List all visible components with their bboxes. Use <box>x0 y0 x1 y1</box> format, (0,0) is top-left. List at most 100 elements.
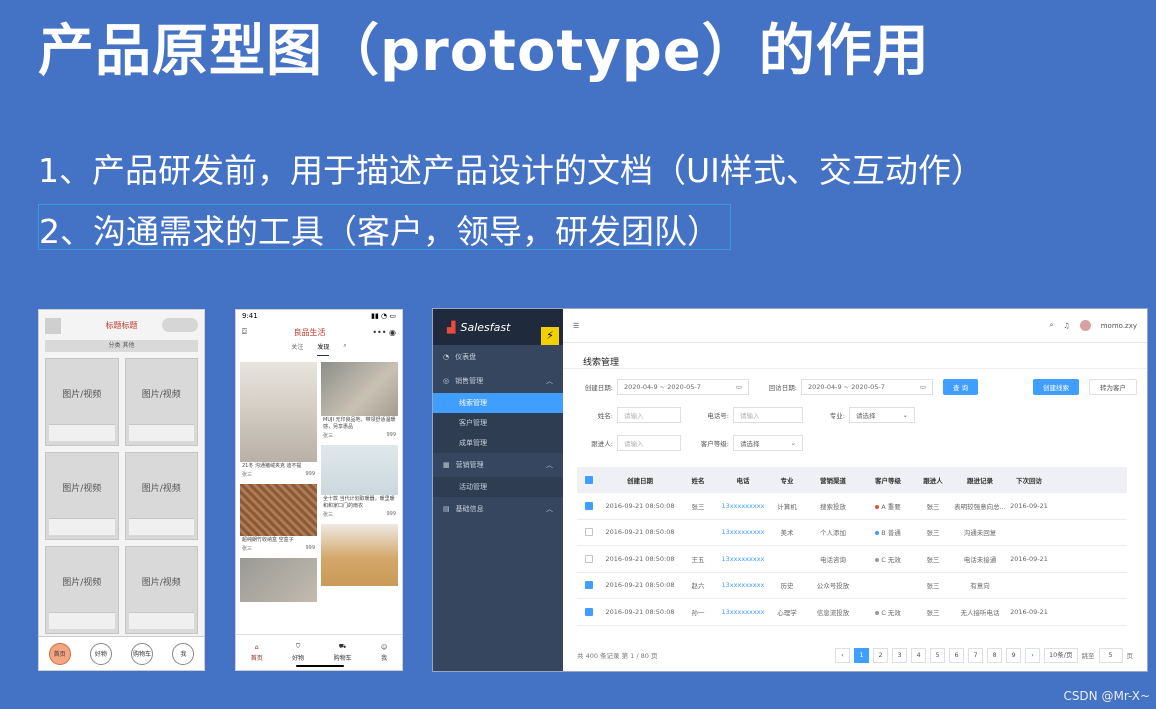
per-page-select[interactable]: 10条/页 <box>1044 647 1078 663</box>
cell-phone[interactable]: 13xxxxxxxxx <box>717 502 769 510</box>
wire-nav-goods[interactable]: 好物 <box>89 642 112 665</box>
feed-card[interactable]: 超纯朗竹收纳盒 空盒子 张三 999 <box>240 484 317 554</box>
wire-nav-home[interactable]: 首页 <box>48 642 71 665</box>
major-label: 专业: <box>829 412 845 420</box>
wire-nav-me[interactable]: 我 <box>172 642 195 665</box>
admin-topbar: ☰ ⌕ ♫ momo.zxy <box>563 309 1147 343</box>
col-major: 专业 <box>780 476 794 485</box>
sidebar-item-customers[interactable]: 客户管理 <box>433 413 563 433</box>
cell-record: 电话未接通 <box>963 555 997 564</box>
page-button[interactable]: 9 <box>1006 647 1022 663</box>
search-icon[interactable]: ⌕ <box>1050 321 1054 330</box>
row-checkbox[interactable] <box>577 501 601 510</box>
page-button[interactable]: 5 <box>930 647 946 663</box>
col-create-date[interactable]: 创建日期 <box>601 475 679 485</box>
cell-record: 沟通未回复 <box>963 529 997 538</box>
next-page-icon[interactable]: › <box>1025 647 1041 663</box>
nav-cart[interactable]: ⛟ 购物车 <box>334 643 352 662</box>
bullet-2[interactable]: 2、沟通需求的工具（客户，领导，研发团队） <box>38 204 731 251</box>
table-row[interactable]: 2016-09-21 08:50:08 赵六 13xxxxxxxxx 历史 公众号投放 张… <box>577 573 1127 599</box>
page-button[interactable]: 6 <box>949 647 965 663</box>
page-title: 线索管理 <box>563 343 1147 369</box>
table-row[interactable]: 2016-09-21 08:50:08 王五 13xxxxxxxxx 电话咨询 C 无效… <box>577 546 1127 573</box>
cell-phone[interactable]: 13xxxxxxxxx <box>717 555 769 563</box>
sidebar-item-events[interactable]: 活动管理 <box>433 477 563 497</box>
cell-phone[interactable]: 13xxxxxxxxx <box>717 608 769 616</box>
row-checkbox[interactable] <box>577 607 601 616</box>
page-button[interactable]: 7 <box>968 647 984 663</box>
select-all-checkbox[interactable] <box>577 475 601 484</box>
avatar[interactable] <box>1079 320 1091 331</box>
table-row[interactable]: 2016-09-21 08:50:08 13xxxxxxxxx 美术 个人添加 B 普通… <box>577 520 1127 546</box>
feed-card[interactable]: 全十款 当代计划取暖器，暖里暖和和家口门的雨衣 张三 999 <box>321 445 398 520</box>
cell-phone[interactable]: 13xxxxxxxxx <box>717 528 769 536</box>
feed-meta: 张三 999 <box>240 545 317 554</box>
jump-input[interactable]: 5 <box>1098 647 1123 663</box>
table-row[interactable]: 2016-09-21 08:50:08 张三 13xxxxxxxxx 计算机 搜索投放 A… <box>577 493 1127 520</box>
page-button[interactable]: 4 <box>911 647 927 663</box>
nav-me[interactable]: ☺ 我 <box>381 644 387 662</box>
sidebar-item-sales[interactable]: ◎ 销售管理 ︿ <box>433 369 563 393</box>
create-lead-button[interactable]: 创建线索 <box>1033 379 1079 395</box>
tab-discover[interactable]: 发现 <box>317 342 330 356</box>
visit-date-picker[interactable]: 2020-04-9 ~ 2020-05-7 ▭ <box>801 379 933 395</box>
filter-row: 跟进人: 请输入 客户等级: 请选择 ⌄ <box>573 431 1137 455</box>
nav-goods[interactable]: ⛉ 好物 <box>292 643 304 662</box>
row-checkbox[interactable] <box>577 581 601 590</box>
row-checkbox[interactable] <box>577 528 601 537</box>
like-count: 999 <box>305 471 315 477</box>
feed-card[interactable]: 21冬 沟通猪绒夹克 迪不提 张三 999 <box>240 362 317 480</box>
name-label: 姓名: <box>597 412 613 420</box>
search-icon[interactable]: ⌕ <box>343 342 346 356</box>
user-name[interactable]: momo.zxy <box>1101 322 1137 330</box>
wire-bottom-nav: 首页 好物 购物车 我 <box>39 636 204 670</box>
wire-nav-cart[interactable]: 购物车 <box>131 642 154 665</box>
sidebar-item-leads[interactable]: 线索管理 <box>433 393 563 413</box>
row-checkbox[interactable] <box>577 554 601 563</box>
feed-image <box>321 362 398 416</box>
sidebar-item-marketing[interactable]: ▦ 营销管理 ︿ <box>433 453 563 477</box>
phone-header: ⌼ 良品生活 ••• ◉ <box>236 322 402 342</box>
more-icon[interactable]: ••• ◉ <box>372 328 396 337</box>
cell-phone[interactable]: 13xxxxxxxxx <box>717 581 769 589</box>
create-date-picker[interactable]: 2020-04-9 ~ 2020-05-7 ▭ <box>617 379 749 395</box>
file-icon: ▤ <box>443 505 450 513</box>
major-select[interactable]: 请选择 ⌄ <box>849 407 915 423</box>
feed-meta: 张三 999 <box>240 471 317 480</box>
filter-row: 姓名: 请输入 电话号: 请输入 专业: 请选择 ⌄ <box>573 403 1137 427</box>
level-select[interactable]: 请选择 ⌄ <box>733 435 803 451</box>
sidebar-item-basic[interactable]: ▤ 基础信息 ︿ <box>433 497 563 521</box>
convert-customer-button[interactable]: 转为客户 <box>1089 379 1137 395</box>
bell-icon[interactable]: ♫ <box>1063 322 1069 330</box>
sidebar-item-orders[interactable]: 成单管理 <box>433 433 563 453</box>
page-button[interactable]: 1 <box>854 647 870 663</box>
table-row[interactable]: 2016-09-21 08:50:08 孙一 13xxxxxxxxx 心理学 信息流投放… <box>577 599 1127 626</box>
cell-record: 有意向 <box>970 582 990 591</box>
phone-input[interactable]: 请输入 <box>733 407 803 423</box>
follower-input[interactable]: 请输入 <box>617 435 681 451</box>
prev-page-icon[interactable]: ‹ <box>835 647 851 663</box>
menu-fold-icon[interactable]: ☰ <box>573 322 579 330</box>
sidebar-item-dashboard[interactable]: ◔ 仪表盘 <box>433 345 563 369</box>
cell-level: C 无效 <box>861 554 915 564</box>
feed-card[interactable]: MUJI 无印良品地，带领舒适温暖感，另享惠品 张三 999 <box>321 362 398 441</box>
nav-home[interactable]: ⌂ 首页 <box>251 644 263 662</box>
lightning-icon[interactable]: ⚡ <box>541 327 559 345</box>
page-button[interactable]: 2 <box>873 647 889 663</box>
cell-date: 2016-09-21 08:50:08 <box>605 528 675 537</box>
cell-name: 王五 <box>691 555 705 564</box>
col-level[interactable]: 客户等级 <box>861 475 915 485</box>
cell-major: 历史 <box>780 582 794 591</box>
phone-label: 电话号: <box>707 412 729 420</box>
admin-main: ☰ ⌕ ♫ momo.zxy 线索管理 创建日期: 2020-04-9 ~ 20… <box>563 309 1147 671</box>
query-button[interactable]: 查 询 <box>943 379 979 395</box>
feed-column: 21冬 沟通猪绒夹克 迪不提 张三 999 超纯朗竹收纳盒 空盒子 张三 999 <box>240 362 317 602</box>
col-next-visit[interactable]: 下次回访 <box>1009 475 1049 485</box>
name-input[interactable]: 请输入 <box>617 407 681 423</box>
tab-follow[interactable]: 关注 <box>291 342 303 356</box>
wire-card: 图片/视频 <box>124 452 198 540</box>
page-button[interactable]: 3 <box>892 647 908 663</box>
page-button[interactable]: 8 <box>987 647 1003 663</box>
feed-caption: 超纯朗竹收纳盒 空盒子 <box>240 536 317 545</box>
camera-icon[interactable]: ⌼ <box>242 327 247 337</box>
